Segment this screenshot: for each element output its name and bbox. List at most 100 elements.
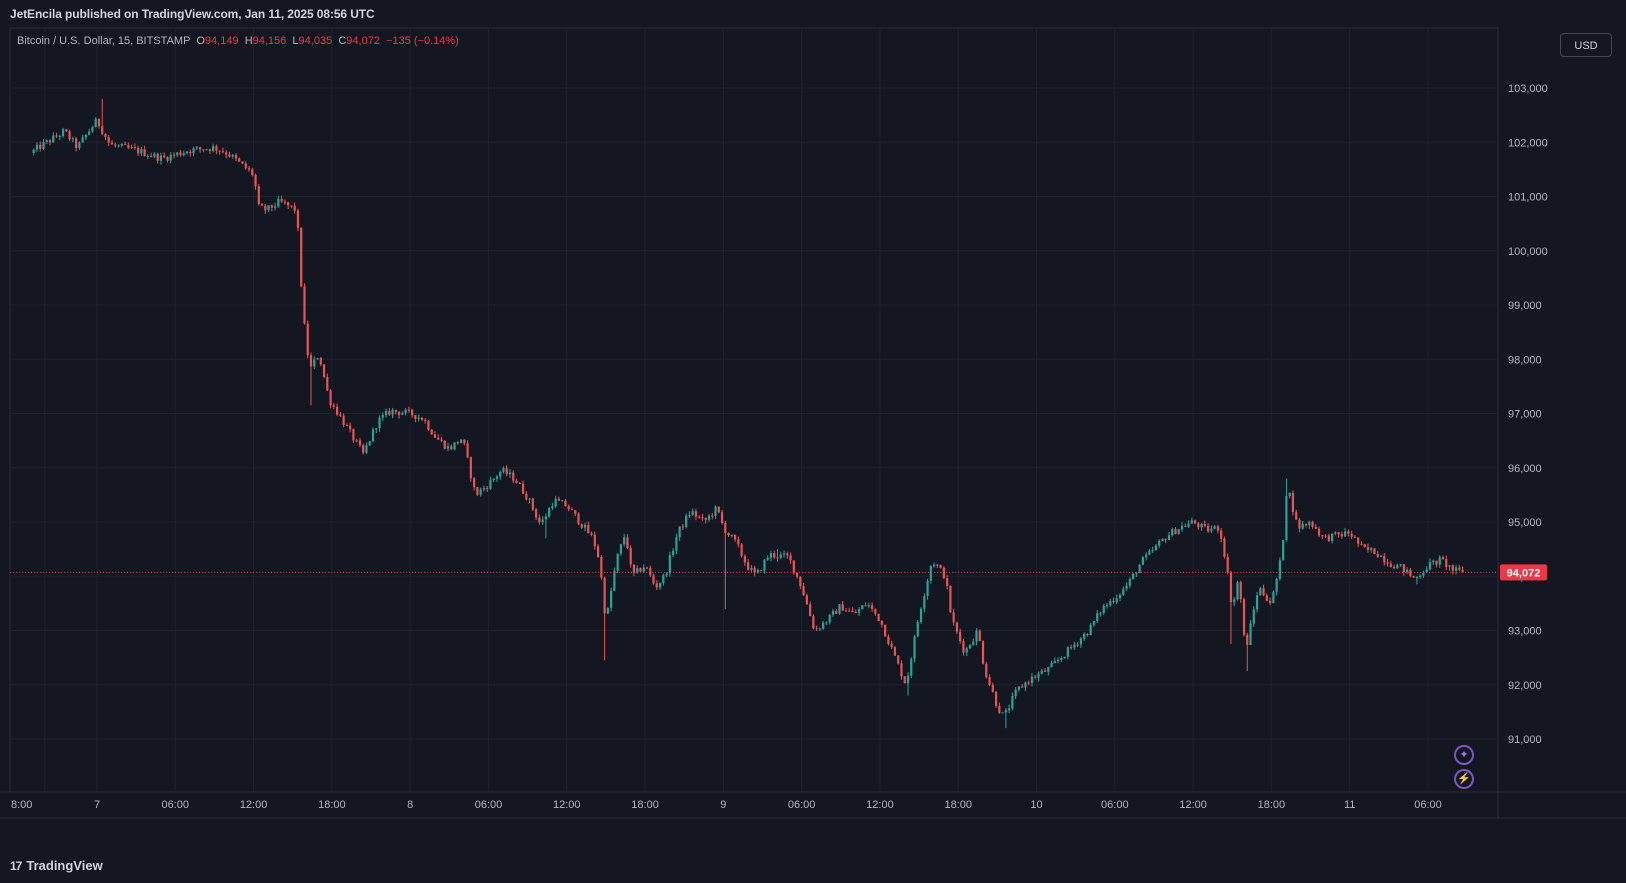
candle-body (773, 553, 776, 558)
candle-body (75, 138, 78, 149)
candle-body (156, 153, 159, 161)
candle-body (1050, 663, 1053, 668)
y-tick-label: 98,000 (1508, 354, 1542, 366)
candle-body (1334, 532, 1337, 534)
candle-body (430, 429, 433, 435)
candle-body (1154, 545, 1158, 551)
candle-body (1131, 573, 1135, 579)
candle-body (166, 157, 169, 161)
candle-body (946, 578, 949, 586)
candle-body (123, 143, 127, 145)
candle-body (215, 146, 218, 151)
candle-body (453, 442, 456, 450)
candle-body (492, 478, 495, 481)
candle-body (707, 515, 711, 520)
candle-body (711, 515, 714, 517)
candle-body (1216, 526, 1220, 531)
candle-body (932, 564, 936, 567)
candle-body (238, 158, 241, 162)
x-tick-label: 06:00 (1414, 799, 1442, 811)
candle-body (1419, 575, 1422, 578)
candle-body (414, 415, 417, 420)
candle-body (270, 205, 273, 208)
candle-body (733, 534, 737, 540)
candle-body (851, 610, 854, 612)
candle-body (358, 440, 362, 446)
x-tick-label: 12:00 (240, 799, 268, 811)
candle-body (1428, 562, 1432, 570)
candle-body (1383, 555, 1386, 563)
candle-body (456, 442, 459, 444)
candle-body (371, 429, 375, 442)
candle-body (508, 472, 512, 475)
candle-body (652, 575, 655, 584)
candle-body (786, 553, 789, 556)
sparkle-icon[interactable]: ✦ (1454, 745, 1474, 765)
candle-body (818, 628, 822, 630)
candle-body (844, 610, 848, 612)
candle-body (972, 641, 975, 646)
candle-body (645, 567, 649, 569)
candle-body (313, 359, 316, 367)
candle-body (293, 205, 296, 211)
candle-body (1158, 540, 1161, 546)
candle-body (287, 202, 290, 206)
candle-body (743, 555, 746, 563)
candle-body (1451, 565, 1454, 571)
close-value: 94,072 (346, 35, 380, 47)
candle-body (1357, 537, 1360, 544)
candle-body (368, 441, 371, 446)
candle-body (737, 539, 740, 545)
candle-body (1327, 535, 1330, 541)
candle-body (815, 628, 818, 630)
candle-body (779, 554, 782, 558)
currency-button[interactable]: USD (1560, 33, 1612, 57)
candle-body (195, 147, 198, 149)
candle-body (1141, 557, 1144, 565)
candle-body (440, 439, 443, 441)
y-tick-label: 97,000 (1508, 409, 1542, 421)
candle-body (319, 358, 322, 365)
candle-body (267, 205, 270, 211)
candle-body (877, 613, 880, 621)
candle-body (1001, 712, 1004, 714)
candle-body (234, 155, 238, 159)
candle-body (1030, 676, 1034, 684)
candle-body (1066, 647, 1069, 657)
candle-body (172, 154, 176, 156)
candle-body (665, 573, 668, 576)
candle-body (1445, 559, 1448, 567)
x-tick-label: 12:00 (1179, 799, 1207, 811)
lightning-icon[interactable]: ⚡ (1454, 769, 1474, 789)
open-value: 94,149 (204, 35, 239, 47)
candle-body (221, 151, 225, 153)
candle-body (717, 506, 720, 513)
candle-body (825, 622, 828, 624)
candle-body (486, 488, 489, 490)
candle-body (1269, 600, 1272, 604)
candle-body (1252, 609, 1255, 624)
price-chart[interactable]: 103,000 102,000 101,000 100,000 99,000 98,000… (0, 0, 1626, 883)
candle-body (1317, 528, 1321, 536)
tradingview-logo[interactable]: 17 TradingView (10, 858, 103, 873)
candle-body (65, 129, 68, 132)
candle-body (985, 663, 988, 678)
x-tick-label: 12:00 (553, 799, 581, 811)
last-price-label: 94,072 (1507, 567, 1541, 579)
candle-body (316, 358, 319, 360)
candle-body (805, 595, 808, 605)
candle-body (1259, 588, 1262, 596)
candle-body (274, 206, 277, 208)
candle-body (401, 413, 404, 415)
candle-body (1246, 634, 1249, 645)
candle-body (1337, 532, 1340, 535)
candle-body (1311, 521, 1314, 527)
candle-body (362, 445, 365, 453)
candle-body (942, 567, 945, 579)
candle-body (1207, 525, 1210, 532)
candle-body (831, 610, 835, 615)
candle-body (626, 537, 629, 549)
x-tick-label: 06:00 (162, 799, 190, 811)
candle-body (1363, 544, 1366, 548)
candle-body (747, 562, 750, 570)
